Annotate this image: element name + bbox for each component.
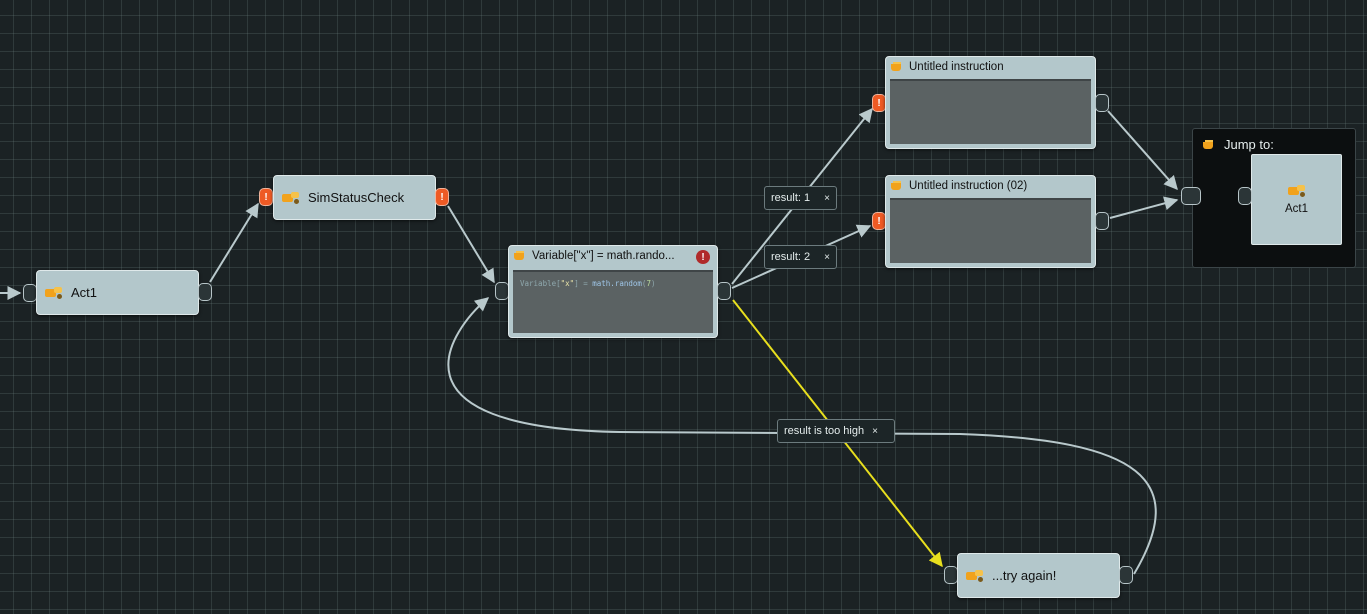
node-untitled-instruction[interactable]: Untitled instruction <box>885 56 1096 149</box>
edge-label-too-high-text: result is too high <box>784 425 865 437</box>
jump-title: Jump to: <box>1224 137 1274 152</box>
dialog-icon <box>282 191 300 204</box>
variable-input-port[interactable] <box>495 282 509 300</box>
dialog-icon <box>966 569 984 582</box>
node-untitled1-title: Untitled instruction <box>909 60 1004 73</box>
jump-target-act1[interactable]: Act1 <box>1251 154 1342 245</box>
untitled1-output-port[interactable] <box>1095 94 1109 112</box>
untitled2-input-warning[interactable]: ! <box>872 212 886 230</box>
remove-edge-icon[interactable]: × <box>824 193 830 204</box>
act1-output-port[interactable] <box>198 283 212 301</box>
node-untitled2-code[interactable] <box>890 198 1091 263</box>
edge-label-result-too-high[interactable]: result is too high × <box>777 419 895 443</box>
remove-edge-icon[interactable]: × <box>872 426 878 437</box>
script-icon <box>891 62 903 71</box>
node-untitled1-code[interactable] <box>890 79 1091 144</box>
node-simstatuscheck-title: SimStatusCheck <box>308 190 405 205</box>
node-tryagain-title: ...try again! <box>992 568 1057 583</box>
node-untitled2-title: Untitled instruction (02) <box>909 179 1028 192</box>
wire-untitled2-jump <box>1109 196 1179 219</box>
wire-untitled1-jump <box>1107 110 1178 191</box>
node-variable-title: Variable["x"] = math.rando... <box>532 249 675 262</box>
node-variable-code[interactable]: Variable["x"] = math.random(7) <box>513 270 713 333</box>
dialog-icon <box>45 286 63 299</box>
dialog-icon <box>1287 184 1306 197</box>
node-simstatuscheck[interactable]: SimStatusCheck <box>273 175 436 220</box>
simstatus-input-warning[interactable]: ! <box>259 188 273 206</box>
code-line: Variable["x"] = math.random(7) <box>520 279 656 288</box>
node-variable-header: Variable["x"] = math.rando... <box>509 246 717 265</box>
node-untitled2-header: Untitled instruction (02) <box>886 176 1095 195</box>
edge-label-result-1[interactable]: result: 1 × <box>764 186 837 210</box>
tryagain-input-port[interactable] <box>944 566 958 584</box>
wire-act1-simstatus <box>209 202 259 283</box>
node-untitled-instruction-02[interactable]: Untitled instruction (02) <box>885 175 1096 268</box>
untitled1-input-warning[interactable]: ! <box>872 94 886 112</box>
jump-target-label: Act1 <box>1284 202 1308 215</box>
act1-input-port[interactable] <box>23 284 37 302</box>
variable-output-port[interactable] <box>717 282 731 300</box>
jump-input-port[interactable] <box>1181 187 1201 205</box>
error-icon: ! <box>696 250 710 264</box>
node-try-again[interactable]: ...try again! <box>957 553 1120 598</box>
node-variable-script[interactable]: Variable["x"] = math.rando... ! Variable… <box>508 245 718 338</box>
simstatus-output-warning[interactable]: ! <box>435 188 449 206</box>
wire-simstatus-variable <box>447 205 495 284</box>
node-jump-to[interactable]: Jump to: Act1 <box>1192 128 1356 268</box>
remove-edge-icon[interactable]: × <box>824 252 830 263</box>
jump-header: Jump to: <box>1203 137 1274 152</box>
script-icon <box>891 181 903 190</box>
edge-label-result-1-text: result: 1 <box>771 192 811 204</box>
node-untitled1-header: Untitled instruction <box>886 57 1095 76</box>
jump-icon <box>1203 140 1215 149</box>
jump-target-port[interactable] <box>1238 187 1252 205</box>
tryagain-output-port[interactable] <box>1119 566 1133 584</box>
script-icon <box>514 251 526 260</box>
edge-label-result-2[interactable]: result: 2 × <box>764 245 837 269</box>
untitled2-output-port[interactable] <box>1095 212 1109 230</box>
node-act1[interactable]: Act1 <box>36 270 199 315</box>
node-act1-title: Act1 <box>71 285 98 300</box>
edge-label-result-2-text: result: 2 <box>771 251 811 263</box>
